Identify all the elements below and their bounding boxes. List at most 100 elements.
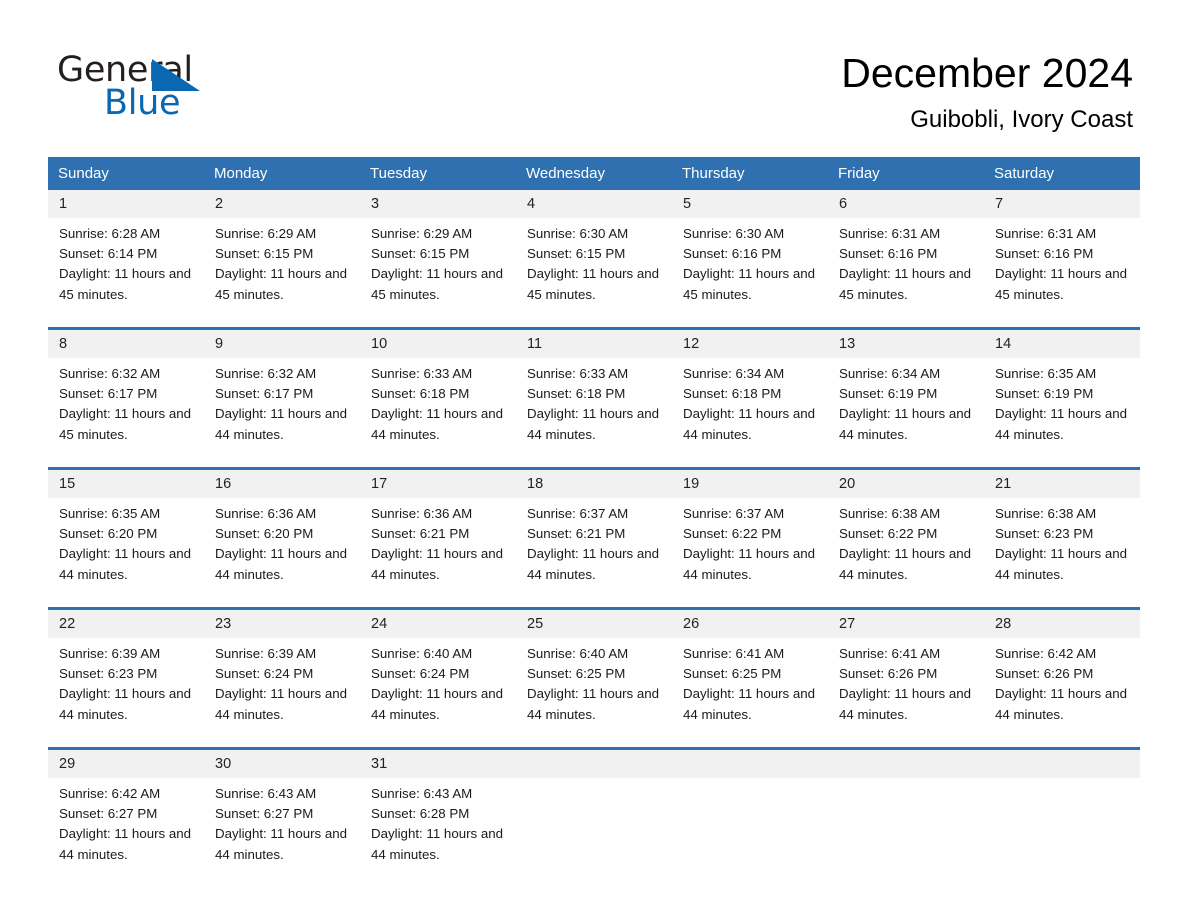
- sunset-text: Sunset: 6:16 PM: [995, 246, 1094, 262]
- day-detail-band: Sunrise: 6:42 AM Sunset: 6:27 PM Daylight:…: [48, 778, 1140, 878]
- day-cell[interactable]: Sunrise: 6:35 AM Sunset: 6:19 PM Daylight:…: [984, 358, 1140, 458]
- day-number[interactable]: 9: [204, 330, 360, 358]
- day-cell[interactable]: Sunrise: 6:38 AM Sunset: 6:23 PM Daylight:…: [984, 498, 1140, 598]
- day-number[interactable]: 25: [516, 610, 672, 638]
- day-number[interactable]: 10: [360, 330, 516, 358]
- day-detail-band: Sunrise: 6:35 AM Sunset: 6:20 PM Daylight:…: [48, 498, 1140, 598]
- day-cell[interactable]: Sunrise: 6:33 AM Sunset: 6:18 PM Daylight:…: [516, 358, 672, 458]
- day-number[interactable]: 16: [204, 470, 360, 498]
- day-cell[interactable]: Sunrise: 6:32 AM Sunset: 6:17 PM Daylight:…: [204, 358, 360, 458]
- general-blue-logo[interactable]: General Blue: [57, 50, 257, 123]
- day-number[interactable]: 11: [516, 330, 672, 358]
- day-cell[interactable]: Sunrise: 6:37 AM Sunset: 6:22 PM Daylight:…: [672, 498, 828, 598]
- day-number[interactable]: 26: [672, 610, 828, 638]
- day-cell[interactable]: Sunrise: 6:41 AM Sunset: 6:26 PM Daylight:…: [828, 638, 984, 738]
- day-number[interactable]: 23: [204, 610, 360, 638]
- day-cell[interactable]: Sunrise: 6:43 AM Sunset: 6:27 PM Daylight:…: [204, 778, 360, 878]
- day-number[interactable]: 31: [360, 750, 516, 778]
- daylight-text: Daylight: 11 hours and 44 minutes.: [839, 406, 972, 442]
- day-cell[interactable]: Sunrise: 6:38 AM Sunset: 6:22 PM Daylight:…: [828, 498, 984, 598]
- sunrise-text: Sunrise: 6:32 AM: [59, 366, 161, 381]
- day-number[interactable]: 28: [984, 610, 1140, 638]
- day-cell[interactable]: Sunrise: 6:35 AM Sunset: 6:20 PM Daylight:…: [48, 498, 204, 598]
- sunrise-text: Sunrise: 6:36 AM: [215, 506, 317, 521]
- daylight-text: Daylight: 11 hours and 45 minutes.: [215, 266, 348, 302]
- day-cell[interactable]: Sunrise: 6:33 AM Sunset: 6:18 PM Daylight:…: [360, 358, 516, 458]
- weekday-header-sunday: Sunday: [58, 165, 109, 182]
- day-number[interactable]: 27: [828, 610, 984, 638]
- sunset-text: Sunset: 6:23 PM: [59, 666, 158, 682]
- day-cell[interactable]: Sunrise: 6:34 AM Sunset: 6:18 PM Daylight:…: [672, 358, 828, 458]
- day-detail-band: Sunrise: 6:28 AM Sunset: 6:14 PM Daylight:…: [48, 218, 1140, 318]
- sunset-text: Sunset: 6:15 PM: [215, 246, 314, 262]
- day-number[interactable]: 1: [48, 190, 204, 218]
- day-cell[interactable]: Sunrise: 6:37 AM Sunset: 6:21 PM Daylight:…: [516, 498, 672, 598]
- daylight-text: Daylight: 11 hours and 44 minutes.: [839, 546, 972, 582]
- sunset-text: Sunset: 6:22 PM: [683, 526, 782, 542]
- day-number[interactable]: 12: [672, 330, 828, 358]
- day-cell[interactable]: Sunrise: 6:39 AM Sunset: 6:24 PM Daylight:…: [204, 638, 360, 738]
- sunset-text: Sunset: 6:25 PM: [683, 666, 782, 682]
- day-cell[interactable]: Sunrise: 6:29 AM Sunset: 6:15 PM Daylight:…: [204, 218, 360, 318]
- day-number[interactable]: 5: [672, 190, 828, 218]
- day-number[interactable]: 18: [516, 470, 672, 498]
- day-number[interactable]: 2: [204, 190, 360, 218]
- sunset-text: Sunset: 6:18 PM: [683, 386, 782, 402]
- day-cell[interactable]: Sunrise: 6:36 AM Sunset: 6:20 PM Daylight:…: [204, 498, 360, 598]
- sunset-text: Sunset: 6:18 PM: [371, 386, 470, 402]
- day-number[interactable]: 24: [360, 610, 516, 638]
- day-cell[interactable]: Sunrise: 6:40 AM Sunset: 6:25 PM Daylight:…: [516, 638, 672, 738]
- sunset-text: Sunset: 6:26 PM: [995, 666, 1094, 682]
- day-number[interactable]: 7: [984, 190, 1140, 218]
- daylight-text: Daylight: 11 hours and 45 minutes.: [683, 266, 816, 302]
- day-cell[interactable]: Sunrise: 6:42 AM Sunset: 6:26 PM Daylight:…: [984, 638, 1140, 738]
- weekday-header-tuesday: Tuesday: [370, 165, 427, 182]
- day-cell-empty: [984, 778, 1140, 878]
- weekday-header-thursday: Thursday: [682, 165, 745, 182]
- day-number[interactable]: 13: [828, 330, 984, 358]
- day-cell[interactable]: Sunrise: 6:32 AM Sunset: 6:17 PM Daylight:…: [48, 358, 204, 458]
- daylight-text: Daylight: 11 hours and 44 minutes.: [995, 686, 1128, 722]
- day-cell[interactable]: Sunrise: 6:36 AM Sunset: 6:21 PM Daylight:…: [360, 498, 516, 598]
- day-cell[interactable]: Sunrise: 6:40 AM Sunset: 6:24 PM Daylight:…: [360, 638, 516, 738]
- day-number[interactable]: 22: [48, 610, 204, 638]
- daylight-text: Daylight: 11 hours and 44 minutes.: [527, 686, 660, 722]
- day-number[interactable]: 29: [48, 750, 204, 778]
- day-number[interactable]: 4: [516, 190, 672, 218]
- daylight-text: Daylight: 11 hours and 44 minutes.: [59, 826, 192, 862]
- daylight-text: Daylight: 11 hours and 44 minutes.: [839, 686, 972, 722]
- calendar-weeks: 1 2 3 4 5 6 7 Sunrise: 6:28 AM Sunset: 6:14 PM Da…: [48, 190, 1140, 878]
- day-cell[interactable]: Sunrise: 6:41 AM Sunset: 6:25 PM Daylight:…: [672, 638, 828, 738]
- sunrise-text: Sunrise: 6:40 AM: [527, 646, 629, 661]
- day-cell[interactable]: Sunrise: 6:29 AM Sunset: 6:15 PM Daylight:…: [360, 218, 516, 318]
- day-number[interactable]: 15: [48, 470, 204, 498]
- daylight-text: Daylight: 11 hours and 44 minutes.: [59, 546, 192, 582]
- daylight-text: Daylight: 11 hours and 44 minutes.: [683, 686, 816, 722]
- sunset-text: Sunset: 6:21 PM: [527, 526, 626, 542]
- day-number[interactable]: 19: [672, 470, 828, 498]
- day-cell[interactable]: Sunrise: 6:31 AM Sunset: 6:16 PM Daylight:…: [984, 218, 1140, 318]
- sunrise-text: Sunrise: 6:28 AM: [59, 226, 161, 241]
- day-number-band: 22 23 24 25 26 27 28: [48, 610, 1140, 638]
- daylight-text: Daylight: 11 hours and 45 minutes.: [995, 266, 1128, 302]
- day-cell[interactable]: Sunrise: 6:30 AM Sunset: 6:15 PM Daylight:…: [516, 218, 672, 318]
- day-cell[interactable]: Sunrise: 6:42 AM Sunset: 6:27 PM Daylight:…: [48, 778, 204, 878]
- sunrise-text: Sunrise: 6:37 AM: [527, 506, 629, 521]
- page-subtitle: Guibobli, Ivory Coast: [910, 106, 1133, 133]
- day-number[interactable]: 21: [984, 470, 1140, 498]
- day-number[interactable]: 20: [828, 470, 984, 498]
- day-number[interactable]: 8: [48, 330, 204, 358]
- day-number[interactable]: 30: [204, 750, 360, 778]
- day-cell[interactable]: Sunrise: 6:31 AM Sunset: 6:16 PM Daylight:…: [828, 218, 984, 318]
- day-cell[interactable]: Sunrise: 6:43 AM Sunset: 6:28 PM Daylight:…: [360, 778, 516, 878]
- day-cell[interactable]: Sunrise: 6:28 AM Sunset: 6:14 PM Daylight:…: [48, 218, 204, 318]
- day-number[interactable]: 3: [360, 190, 516, 218]
- day-number[interactable]: 14: [984, 330, 1140, 358]
- day-cell[interactable]: Sunrise: 6:34 AM Sunset: 6:19 PM Daylight:…: [828, 358, 984, 458]
- day-number[interactable]: 6: [828, 190, 984, 218]
- daylight-text: Daylight: 11 hours and 44 minutes.: [215, 406, 348, 442]
- day-cell[interactable]: Sunrise: 6:39 AM Sunset: 6:23 PM Daylight:…: [48, 638, 204, 738]
- day-number[interactable]: 17: [360, 470, 516, 498]
- day-cell[interactable]: Sunrise: 6:30 AM Sunset: 6:16 PM Daylight:…: [672, 218, 828, 318]
- weekday-header-monday: Monday: [214, 165, 268, 182]
